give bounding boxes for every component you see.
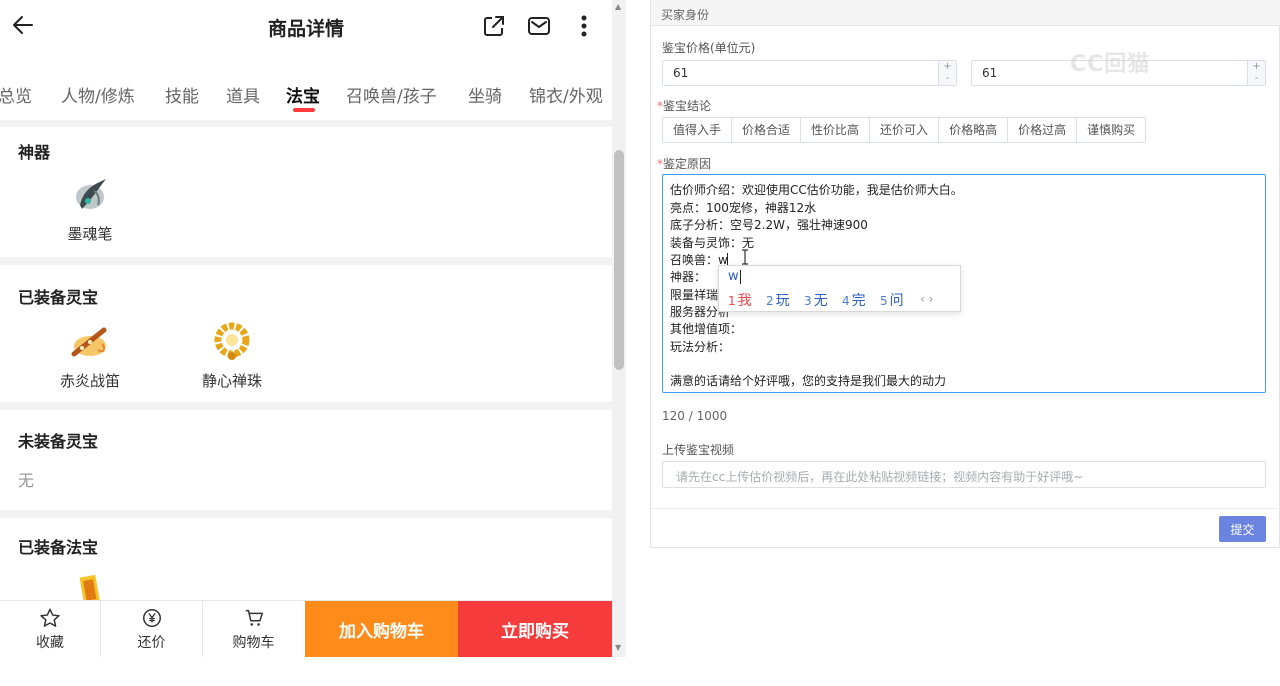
ink-brush-icon: [68, 173, 112, 217]
tab-summons[interactable]: 召唤兽/孩子: [346, 82, 437, 107]
category-tabs: 总览 人物/修炼 技能 道具 法宝 召唤兽/孩子 坐骑 锦衣/外观: [0, 70, 612, 120]
star-icon: [40, 608, 60, 627]
top-header: 商品详情: [0, 0, 612, 52]
ime-caret: [740, 270, 741, 284]
tab-character[interactable]: 人物/修炼: [61, 82, 135, 107]
empty-text: 无: [18, 471, 35, 490]
conclusion-option[interactable]: 价格合适: [732, 118, 802, 142]
section-title: 已装备法宝: [18, 538, 99, 557]
price-label: 鉴宝价格(单位元): [662, 41, 756, 55]
cart-icon: [245, 609, 263, 626]
buyer-identity-label: 买家身份: [661, 8, 710, 22]
flute-icon: [68, 320, 112, 364]
tab-skills[interactable]: 技能: [165, 82, 199, 107]
product-detail-panel: 商品详情 总览 人物/修炼 技能 道具 法宝 召唤兽/孩子 坐骑 锦衣/外观 神…: [0, 0, 612, 657]
price-min-stepper[interactable]: + -: [938, 61, 956, 85]
scroll-down-arrow-icon[interactable]: ▼: [615, 643, 621, 652]
reason-line: 底子分析：空号2.2W，强壮神速900: [670, 218, 868, 232]
section-equipped-lingbao: 已装备灵宝 赤炎战笛 静心禅珠: [0, 265, 612, 402]
reason-line: 限量祥瑞: [670, 288, 719, 302]
ime-page-nav[interactable]: ‹ ›: [920, 292, 933, 306]
scroll-up-arrow-icon[interactable]: ▲: [615, 2, 621, 11]
section-artifact: 神器 墨魂笔: [0, 127, 612, 257]
char-counter: 120 / 1000: [662, 409, 728, 423]
reason-line: 其他增值项：: [670, 322, 743, 336]
reason-line: 神器：: [670, 270, 707, 284]
video-link-input[interactable]: 请先在cc上传估价视频后，再在此处粘贴视频链接；视频内容有助于好评哦~: [662, 461, 1266, 488]
ime-candidate[interactable]: 3无: [804, 290, 828, 310]
conclusion-label-text: 鉴宝结论: [663, 99, 712, 113]
conclusion-option[interactable]: 价格过高: [1008, 118, 1078, 142]
lingbao-item[interactable]: 静心禅珠: [192, 320, 272, 391]
lingbao-item[interactable]: 赤炎战笛: [50, 320, 130, 391]
reason-label: *鉴定原因: [657, 155, 711, 172]
section-equipped-fabao: 已装备法宝: [0, 518, 612, 608]
yuan-coin-icon: [142, 609, 161, 627]
lingbao-name: 赤炎战笛: [59, 372, 120, 390]
price-max-stepper[interactable]: + -: [1247, 61, 1265, 85]
artifact-item[interactable]: 墨魂笔: [55, 173, 125, 244]
scrollbar-thumb[interactable]: [614, 150, 624, 370]
tab-items[interactable]: 道具: [226, 82, 260, 107]
conclusion-option[interactable]: 值得入手: [663, 118, 733, 142]
ime-composition: w: [728, 269, 739, 284]
section-title: 已装备灵宝: [18, 288, 99, 307]
reason-line: 亮点：100宠修，神器12水: [670, 201, 817, 215]
favorite-button[interactable]: 收藏: [0, 601, 100, 657]
section-unequipped-lingbao: 未装备灵宝 无: [0, 410, 612, 510]
active-tab-indicator: [293, 108, 315, 112]
price-min-value: 61: [673, 66, 689, 80]
left-scrollbar[interactable]: ▲ ▼: [612, 0, 626, 657]
tab-outfits[interactable]: 锦衣/外观: [529, 82, 603, 107]
screen: 商品详情 总览 人物/修炼 技能 道具 法宝 召唤兽/孩子 坐骑 锦衣/外观 神…: [0, 0, 1280, 686]
tab-mounts[interactable]: 坐骑: [468, 82, 502, 107]
submit-button[interactable]: 提交: [1219, 516, 1266, 542]
conclusion-label: *鉴宝结论: [657, 97, 711, 114]
ime-candidate[interactable]: 1我: [728, 290, 752, 310]
ime-candidate-popup: w 1我 2玩 3无 4完 5问 ‹ ›: [718, 265, 961, 312]
price-max-value: 61: [982, 66, 998, 80]
reason-line: 估价师介绍：欢迎使用CC估价功能，我是估价师大白。: [670, 183, 963, 197]
reason-line: 玩法分析：: [670, 340, 731, 354]
conclusion-option[interactable]: 价格略高: [939, 118, 1009, 142]
section-title: 神器: [18, 143, 51, 162]
buy-now-button[interactable]: 立即购买: [458, 601, 612, 657]
ime-candidate[interactable]: 5问: [880, 290, 904, 310]
reason-label-text: 鉴定原因: [663, 157, 712, 171]
prayer-beads-icon: [210, 320, 254, 364]
reason-line: 满意的话请给个好评哦，您的支持是我们最大的动力: [670, 374, 947, 388]
tab-fabao[interactable]: 法宝: [286, 82, 320, 107]
lingbao-name: 静心禅珠: [201, 372, 262, 390]
artifact-name: 墨魂笔: [67, 225, 113, 243]
bargain-label: 还价: [137, 635, 166, 651]
ime-candidate[interactable]: 4完: [842, 290, 866, 310]
price-min-input[interactable]: 61 + -: [662, 60, 957, 86]
section-title: 未装备灵宝: [18, 432, 99, 451]
ime-candidate[interactable]: 2玩: [766, 290, 790, 310]
conclusion-option[interactable]: 性价比高: [801, 118, 871, 142]
bargain-button[interactable]: 还价: [101, 601, 202, 657]
tab-overview[interactable]: 总览: [0, 82, 32, 107]
form-divider: [651, 508, 1280, 509]
video-label: 上传鉴宝视频: [662, 443, 735, 457]
more-icon[interactable]: [571, 13, 597, 39]
add-to-cart-button[interactable]: 加入购物车: [305, 601, 458, 657]
bottom-action-bar: 收藏 还价 购物车 加入购物车 立即购买: [0, 600, 612, 657]
header-gap: [0, 52, 612, 70]
favorite-label: 收藏: [36, 635, 64, 651]
cart-button[interactable]: 购物车: [203, 601, 304, 657]
conclusion-option[interactable]: 谨慎购买: [1077, 118, 1146, 142]
message-icon[interactable]: [526, 13, 552, 39]
video-link-placeholder: 请先在cc上传估价视频后，再在此处粘贴视频链接；视频内容有助于好评哦~: [676, 470, 1084, 484]
conclusion-option[interactable]: 还价可入: [870, 118, 940, 142]
buyer-identity-bar: 买家身份: [651, 0, 1280, 26]
watermark-logo: CC回猫: [1070, 52, 1151, 77]
share-icon[interactable]: [481, 13, 507, 39]
cart-label: 购物车: [232, 635, 275, 651]
conclusion-options: 值得入手 价格合适 性价比高 还价可入 价格略高 价格过高 谨慎购买: [662, 117, 1147, 143]
page-title: 商品详情: [267, 18, 344, 40]
